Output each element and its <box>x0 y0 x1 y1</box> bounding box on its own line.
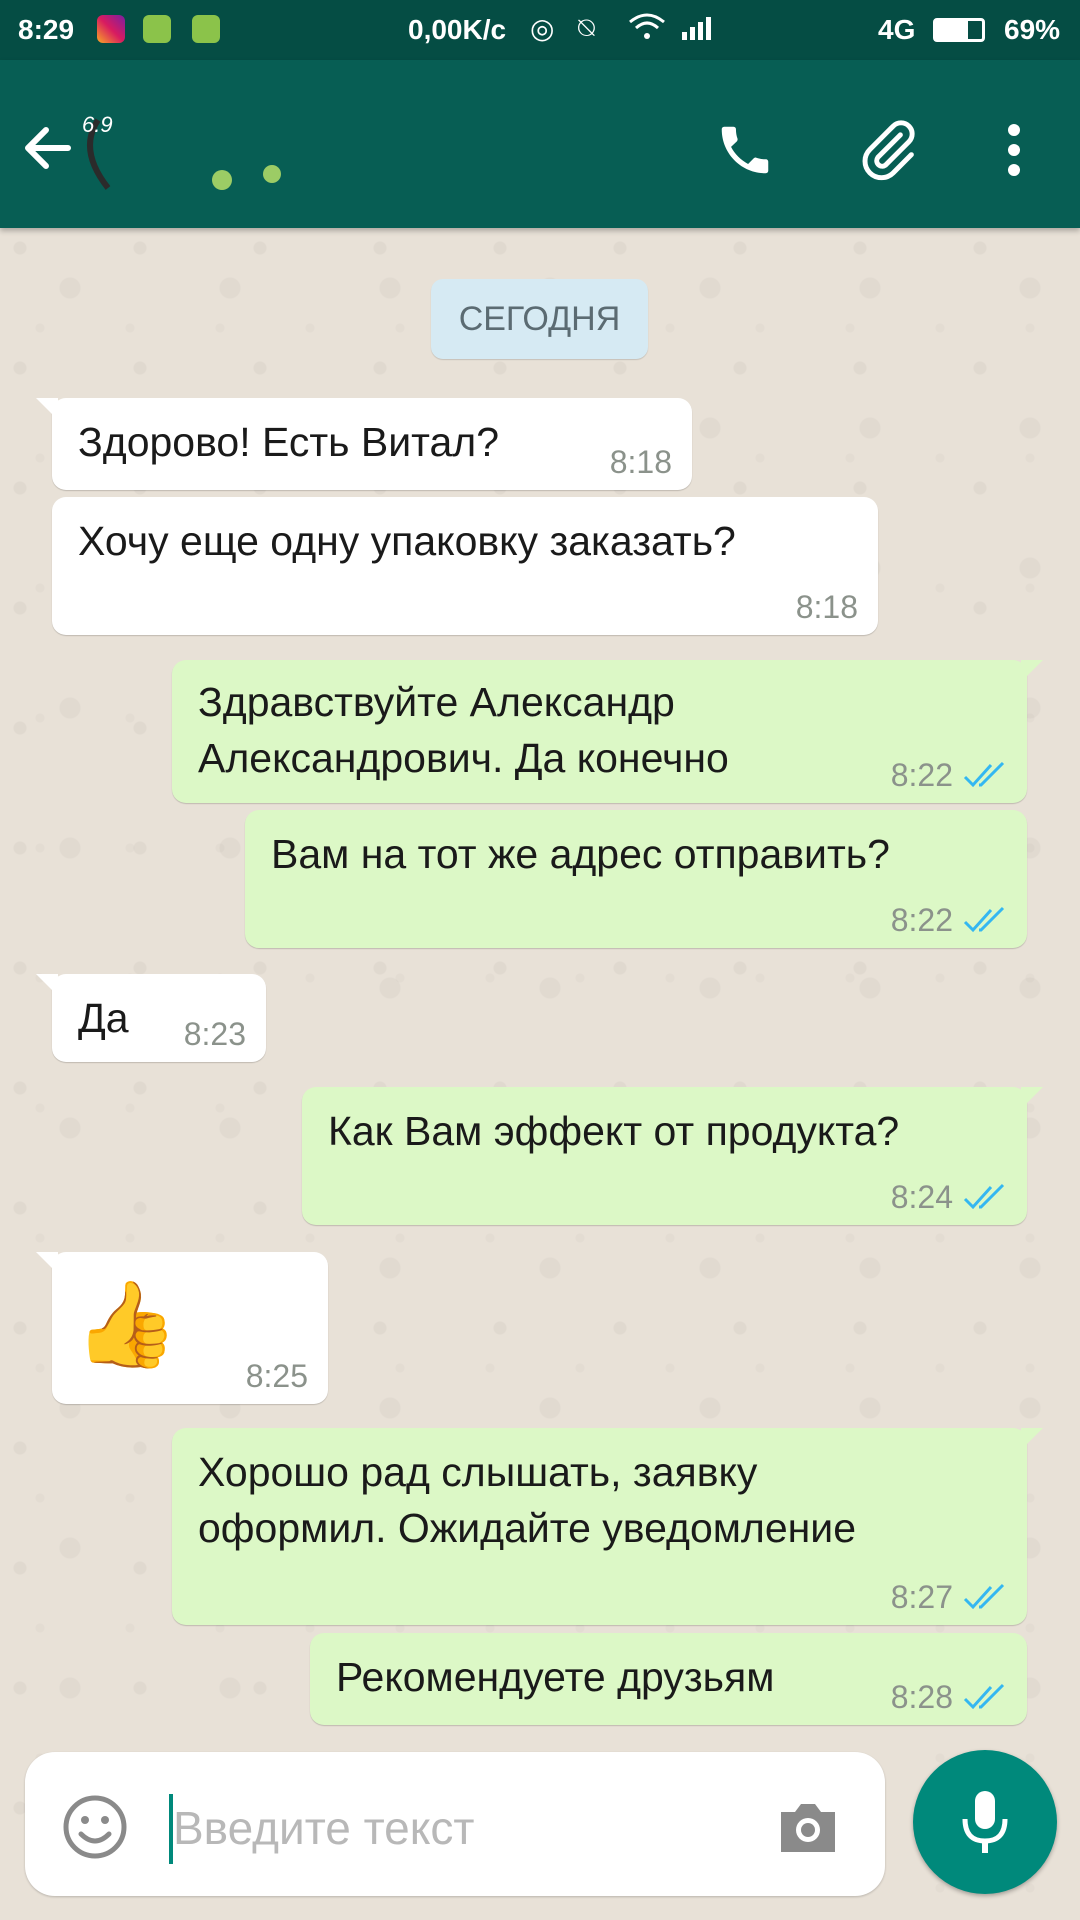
message-bubble-outgoing[interactable]: Вам на тот же адрес отправить? 8:22 <box>245 810 1027 948</box>
message-text: Как Вам эффект от продукта? <box>328 1108 900 1154</box>
wifi-icon <box>628 12 666 49</box>
status-bar: 8:29 0,00K/c ◎ ⍉ 4G 69% <box>0 0 1080 60</box>
message-time: 8:22 <box>891 904 1007 936</box>
double-check-icon <box>963 1583 1005 1610</box>
date-separator: СЕГОДНЯ <box>431 279 648 359</box>
bubble-tail <box>36 974 58 996</box>
more-vert-icon[interactable] <box>974 110 1054 190</box>
message-text: Рекомендуете друзьям <box>336 1654 775 1700</box>
double-check-icon <box>963 1683 1005 1710</box>
message-time: 8:25 <box>245 1358 308 1394</box>
bubble-tail <box>1021 1087 1043 1109</box>
message-time: 8:22 <box>891 759 1007 791</box>
emoji-icon <box>210 160 290 200</box>
back-arrow-icon[interactable] <box>18 118 78 178</box>
mute-icon: ⍉ <box>578 12 595 43</box>
message-time: 8:28 <box>891 1681 1007 1713</box>
battery-percent: 69% <box>1004 14 1061 45</box>
message-bubble-incoming[interactable]: Хочу еще одну упаковку заказать? 8:18 <box>52 497 878 635</box>
camera-icon[interactable] <box>773 1792 843 1862</box>
message-text: Хочу еще одну упаковку заказать? <box>78 518 736 564</box>
network-speed: 0,00K/c <box>408 14 507 45</box>
thumbs-up-emoji: 👍 <box>74 1277 179 1371</box>
message-time: 8:23 <box>183 1016 246 1052</box>
contact-name[interactable]: 6.9 <box>82 112 113 138</box>
message-text: Здорово! Есть Витал? <box>78 419 500 465</box>
message-bubble-incoming[interactable]: Здорово! Есть Витал? 8:18 <box>36 398 692 490</box>
microphone-icon <box>962 1791 1008 1853</box>
bubble-tail <box>36 1252 58 1274</box>
network-type: 4G <box>878 14 916 45</box>
bubble-tail <box>1021 660 1043 682</box>
double-check-icon <box>963 761 1005 788</box>
signal-icon <box>680 12 722 49</box>
bubble-tail <box>36 398 58 420</box>
double-check-icon <box>963 906 1005 933</box>
message-text: Здравствуйте Александр Александрович. Да … <box>198 679 729 781</box>
phone-icon[interactable] <box>705 110 785 190</box>
message-time: 8:27 <box>891 1581 1007 1613</box>
double-check-icon <box>963 1183 1005 1210</box>
message-bubble-incoming[interactable]: 👍 8:25 <box>36 1252 328 1404</box>
microphone-button[interactable] <box>913 1750 1057 1894</box>
message-input[interactable] <box>173 1790 763 1866</box>
paperclip-icon[interactable] <box>848 110 928 190</box>
message-text: Хорошо рад слышать, заявку оформил. Ожида… <box>198 1449 857 1551</box>
battery-icon <box>933 18 985 42</box>
message-bubble-outgoing[interactable]: Здравствуйте Александр Александрович. Да … <box>172 660 1043 803</box>
bubble-tail <box>1021 1428 1043 1450</box>
message-text: Да <box>78 995 129 1041</box>
instagram-icon <box>97 15 125 43</box>
emoji-icon[interactable] <box>60 1792 130 1862</box>
message-text: Вам на тот же адрес отправить? <box>271 831 890 877</box>
chat-header: 6.9 <box>0 60 1080 228</box>
message-bubble-incoming[interactable]: Да 8:23 <box>36 974 266 1062</box>
message-bubble-outgoing[interactable]: Хорошо рад слышать, заявку оформил. Ожида… <box>172 1428 1043 1625</box>
message-time: 8:24 <box>891 1181 1007 1213</box>
message-time: 8:18 <box>609 444 672 480</box>
notification-app-icon <box>143 15 171 43</box>
message-bubble-outgoing[interactable]: Как Вам эффект от продукта? 8:24 <box>302 1087 1043 1225</box>
alarm-icon: ◎ <box>530 13 555 44</box>
message-composer <box>25 1752 885 1896</box>
message-time: 8:18 <box>795 589 858 625</box>
status-time: 8:29 <box>18 14 75 45</box>
message-bubble-outgoing[interactable]: Рекомендуете друзьям 8:28 <box>310 1633 1027 1725</box>
notification-app-icon <box>192 15 220 43</box>
